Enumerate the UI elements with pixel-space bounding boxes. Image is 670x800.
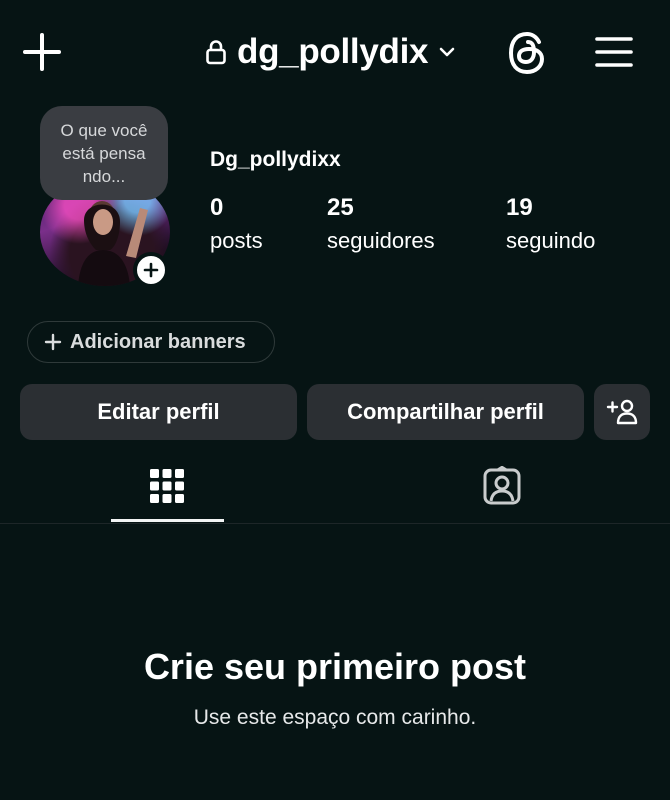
plus-icon [44,333,62,351]
tab-selected-indicator [111,519,224,522]
display-name: Dg_pollydixx [210,148,341,171]
followers-stat[interactable]: 25 seguidores [327,192,435,258]
following-count: 19 [506,194,533,221]
add-banners-label: Adicionar banners [70,330,246,353]
threads-button[interactable] [502,28,552,78]
empty-state-subtitle: Use este espaço com carinho. [193,706,477,729]
tab-posts-grid[interactable] [111,448,223,524]
top-bar: dg_pollydix [0,0,670,104]
plus-icon [23,33,61,71]
profile-screen: dg_pollydix O que você está pensa ndo...… [0,0,670,800]
following-label: seguindo [506,228,596,253]
chevron-down-icon [439,47,455,57]
lock-icon [206,40,226,65]
plus-icon [143,262,159,278]
tab-tagged[interactable] [446,448,558,524]
empty-state-title: Crie seu primeiro post [143,646,527,687]
add-banners-button[interactable]: Adicionar banners [27,321,275,363]
discover-people-button[interactable] [594,384,650,440]
note-bubble[interactable]: O que você está pensa ndo... [40,106,168,200]
account-switcher[interactable]: dg_pollydix [205,28,456,76]
edit-profile-button[interactable]: Editar perfil [20,384,297,440]
following-stat[interactable]: 19 seguindo [506,192,595,258]
followers-count: 25 [327,194,354,221]
menu-button[interactable] [590,30,638,74]
posts-stat[interactable]: 0 posts [210,192,263,258]
grid-icon [150,469,184,503]
add-story-button[interactable] [133,252,169,288]
tagged-person-icon [483,466,521,505]
hamburger-menu-icon [595,37,633,67]
posts-count: 0 [210,194,224,221]
posts-label: posts [210,228,263,253]
account-username: dg_pollydix [237,32,429,71]
profile-tabs [0,448,670,524]
threads-icon [508,31,545,75]
add-person-icon [606,399,638,425]
followers-label: seguidores [327,228,435,253]
share-profile-button[interactable]: Compartilhar perfil [307,384,584,440]
create-button[interactable] [20,30,64,74]
